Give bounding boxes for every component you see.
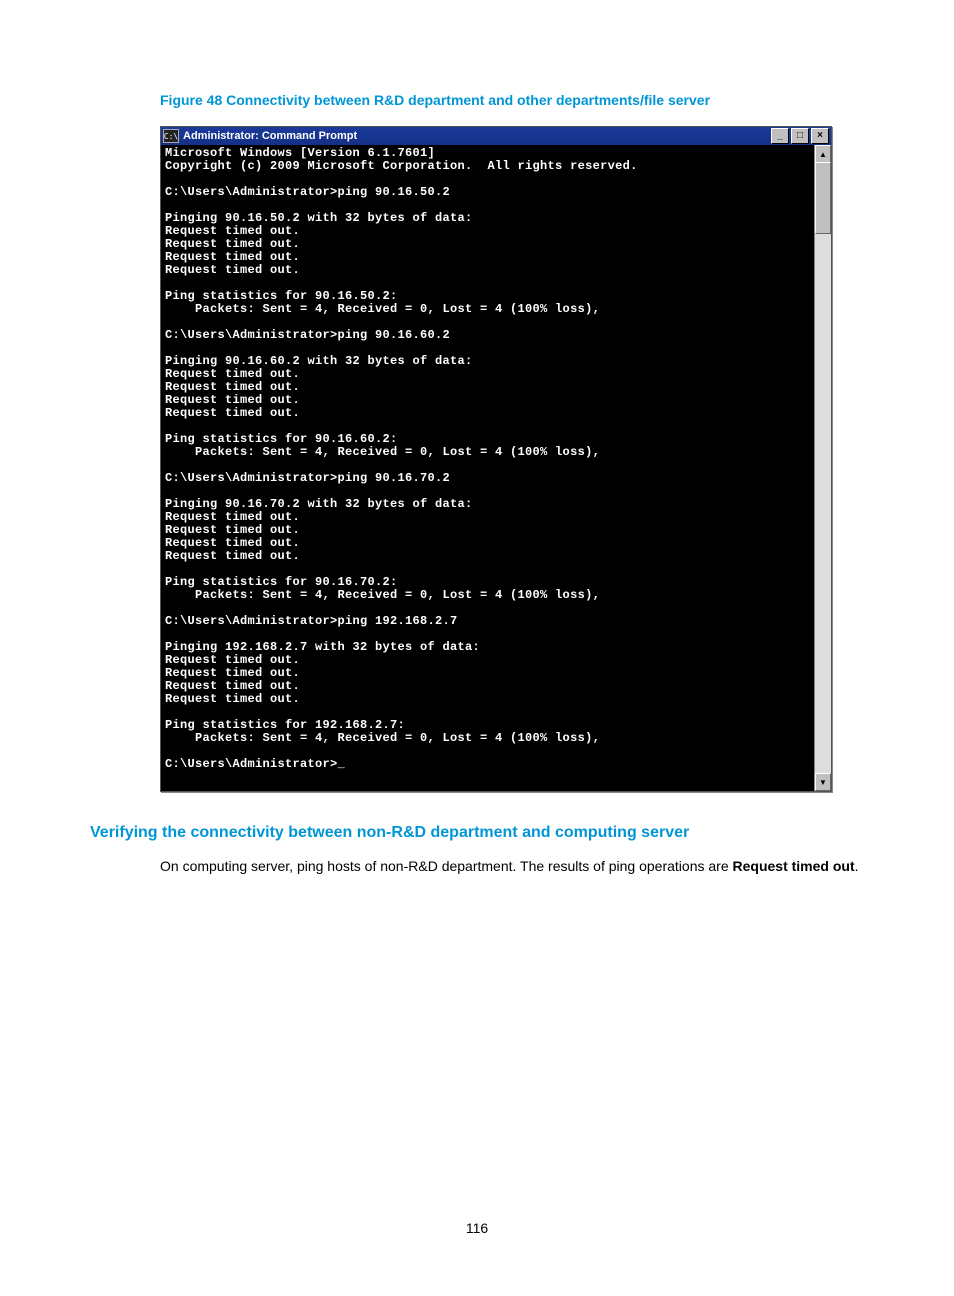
maximize-button[interactable]: □ (791, 128, 809, 144)
command-prompt-window: C:\ Administrator: Command Prompt _ □ × … (160, 126, 832, 792)
section-heading: Verifying the connectivity between non-R… (90, 824, 872, 842)
titlebar-text: Administrator: Command Prompt (183, 130, 769, 142)
body-paragraph: On computing server, ping hosts of non-R… (160, 856, 872, 876)
scroll-up-button[interactable]: ▲ (815, 145, 831, 163)
scrollbar[interactable]: ▲ ▼ (814, 145, 831, 791)
scroll-thumb[interactable] (815, 162, 831, 234)
figure-caption: Figure 48 Connectivity between R&D depar… (160, 92, 872, 108)
page-number: 116 (0, 1220, 954, 1236)
close-button[interactable]: × (811, 128, 829, 144)
console-output: Microsoft Windows [Version 6.1.7601] Cop… (161, 145, 814, 791)
titlebar: C:\ Administrator: Command Prompt _ □ × (161, 127, 831, 145)
body-text-bold: Request timed out (733, 858, 855, 874)
scroll-down-button[interactable]: ▼ (815, 773, 831, 791)
body-text-pre: On computing server, ping hosts of non-R… (160, 858, 733, 874)
body-text-post: . (855, 858, 859, 874)
app-icon: C:\ (163, 129, 179, 143)
minimize-button[interactable]: _ (771, 128, 789, 144)
